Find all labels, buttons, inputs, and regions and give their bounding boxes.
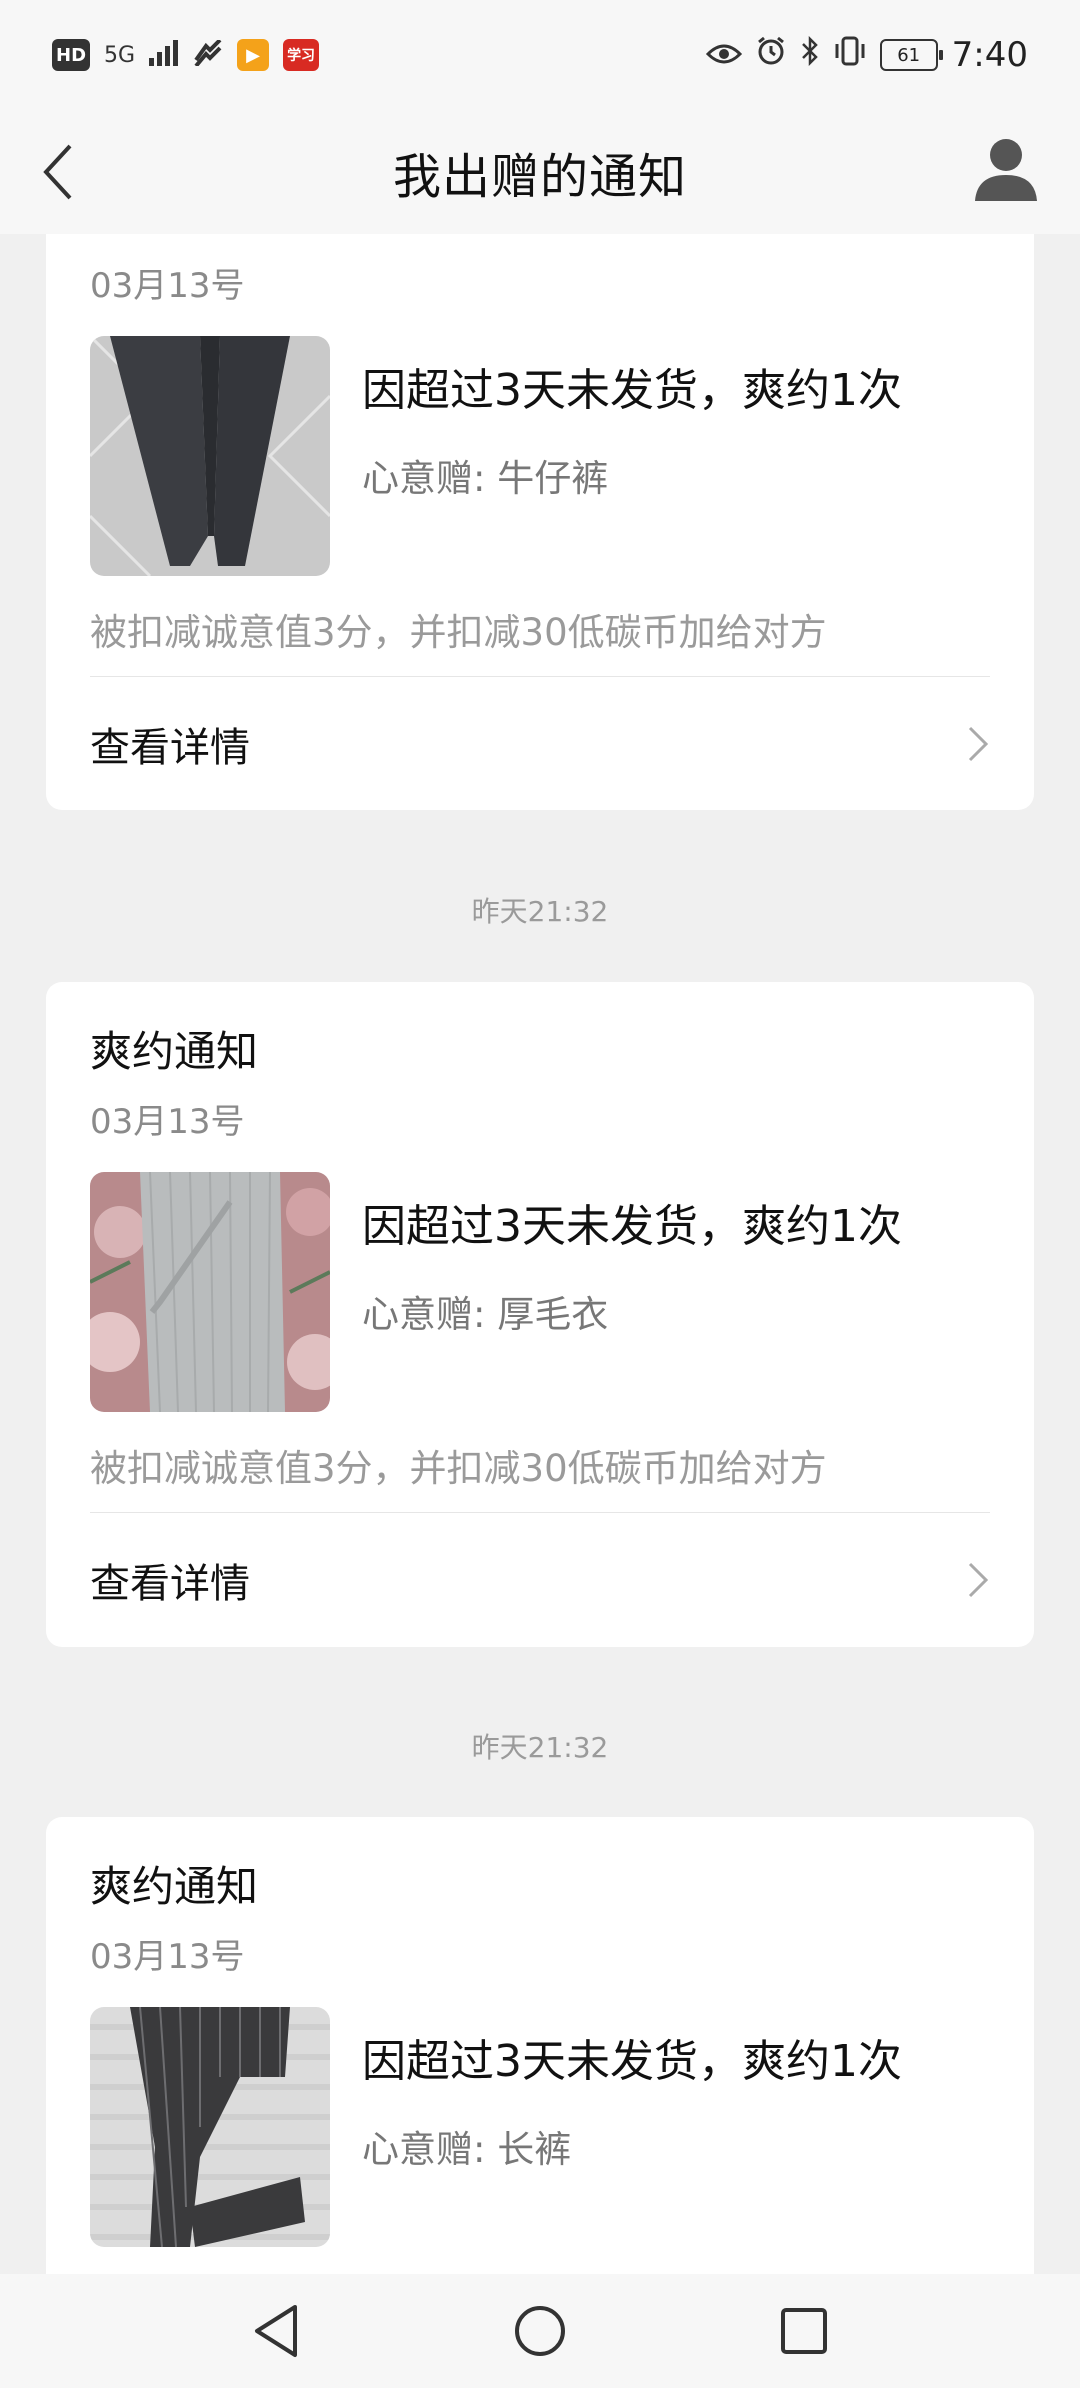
clock: 7:40	[951, 35, 1028, 75]
card-date: 03月13号	[90, 1102, 245, 1142]
card-date: 03月13号	[90, 1937, 245, 1977]
network-type: 5G	[104, 42, 136, 68]
card-date: 03月13号	[90, 266, 245, 306]
notice-text: 因超过3天未发货，爽约1次	[362, 2036, 902, 2087]
gift-item: 心意赠: 厚毛衣	[362, 1293, 609, 1336]
penalty-text: 被扣减诚意值3分，并扣减30低碳币加给对方	[90, 1447, 827, 1490]
notification-card: 爽约通知 03月13号 因超过3天未发货，爽约1次 心意赠: 厚毛衣 被扣减诚意…	[46, 982, 1034, 1560]
hd-badge: HD	[52, 39, 91, 71]
study-app-icon: 学习	[283, 39, 320, 71]
back-arrow-icon	[43, 144, 72, 200]
nav-home-icon	[515, 2306, 565, 2356]
eye-icon	[705, 36, 742, 74]
profile-button[interactable]	[964, 126, 1048, 210]
notice-text: 因超过3天未发货，爽约1次	[362, 365, 902, 416]
bluetooth-icon	[800, 35, 820, 74]
nav-back-icon	[255, 2305, 297, 2357]
gift-item: 心意赠: 牛仔裤	[362, 457, 609, 500]
view-details-button[interactable]: 查看详情	[46, 677, 1034, 811]
item-photo-trousers[interactable]	[90, 2007, 330, 2247]
video-app-icon: ▶	[237, 39, 270, 71]
status-bar-left: HD 5G ▶ 学习	[52, 36, 320, 74]
nav-recent-icon	[781, 2308, 827, 2354]
status-bar: HD 5G ▶ 学习 61 7:40	[0, 0, 1080, 110]
page-title: 我出赠的通知	[392, 149, 687, 205]
notice-text: 因超过3天未发货，爽约1次	[362, 1201, 902, 1252]
penalty-text: 被扣减诚意值3分，并扣减30低碳币加给对方	[90, 611, 827, 654]
item-photo-sweater[interactable]	[90, 1172, 330, 1412]
timestamp: 昨天21:32	[471, 895, 609, 928]
notification-card: 爽约通知 03月13号 因超过3天未发货，爽约1次 心意赠: 长裤	[46, 1817, 1034, 2274]
view-details-label: 查看详情	[90, 725, 250, 771]
notification-list: 03月13号 因超过3天未发货，爽约1次 心意赠: 牛仔裤 被扣减诚意值3分，并…	[0, 234, 1080, 2274]
notification-card-footer: 查看详情	[46, 1513, 1034, 1647]
nav-back-button[interactable]	[244, 2299, 308, 2363]
view-details-label: 查看详情	[90, 1561, 250, 1607]
card-title: 爽约通知	[90, 1027, 259, 1076]
wifi-assist-icon	[193, 36, 223, 74]
top-app-bar: 我出赠的通知	[0, 110, 1080, 234]
signal-icon	[149, 36, 179, 74]
status-bar-right: 61 7:40	[705, 35, 1028, 75]
notification-card: 03月13号 因超过3天未发货，爽约1次 心意赠: 牛仔裤 被扣减诚意值3分，并…	[46, 234, 1034, 810]
nav-home-button[interactable]	[508, 2299, 572, 2363]
vibrate-icon	[834, 36, 866, 74]
chevron-right-icon	[968, 1562, 989, 1598]
gift-item: 心意赠: 长裤	[362, 2128, 572, 2171]
alarm-icon	[756, 36, 786, 74]
user-avatar-icon	[975, 139, 1037, 201]
system-nav-bar	[0, 2274, 1080, 2388]
card-title: 爽约通知	[90, 1862, 259, 1911]
view-details-button[interactable]: 查看详情	[46, 1513, 1034, 1647]
item-photo-jeans[interactable]	[90, 336, 330, 576]
chevron-right-icon	[968, 726, 989, 762]
timestamp: 昨天21:32	[471, 1731, 609, 1764]
nav-recent-button[interactable]	[772, 2299, 836, 2363]
back-button[interactable]	[18, 132, 98, 212]
battery-icon: 61	[879, 39, 943, 71]
